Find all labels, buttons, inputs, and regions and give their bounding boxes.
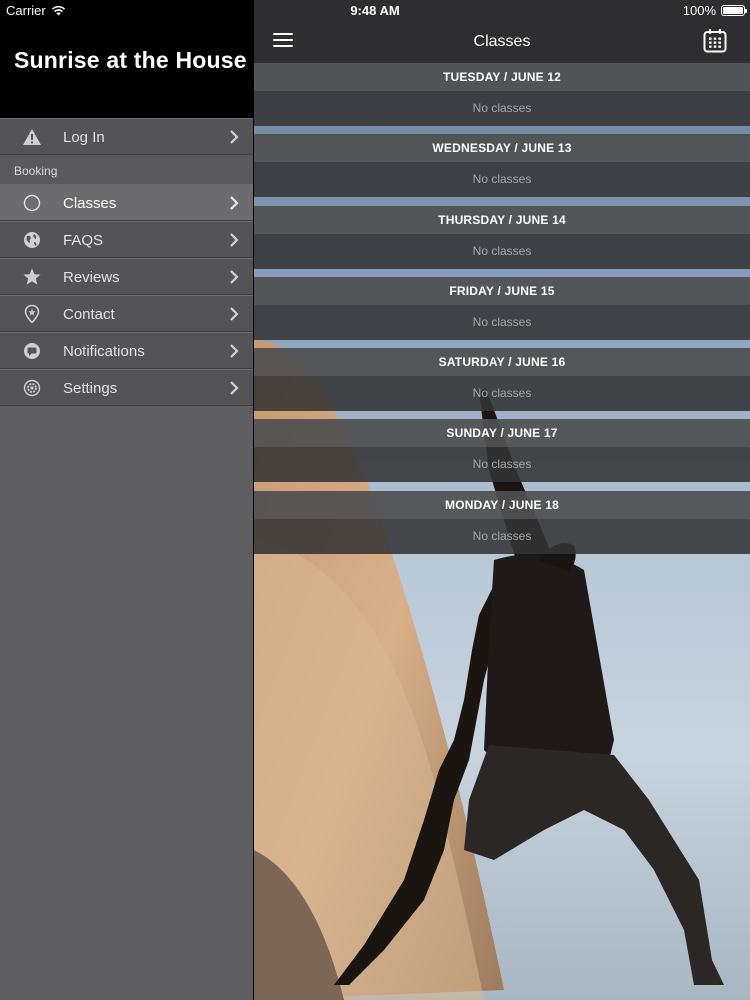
no-classes-row: No classes [254,518,750,554]
chat-bubble-icon [24,343,40,359]
status-bar: Carrier 9:48 AM 100% [0,0,750,20]
side-menu: Sunrise at the House Log In Booking Clas… [0,0,253,1000]
menu-item-label: Classes [63,195,117,212]
app-title: Sunrise at the House [14,47,247,73]
globe-icon [24,232,40,248]
day-section: SUNDAY / JUNE 17 No classes [254,419,750,490]
day-header: FRIDAY / JUNE 15 [254,276,750,305]
menu-item-label: Notifications [63,343,145,360]
menu-item-label: Log In [63,129,105,146]
classes-screen: Classes TUESDAY / JUNE 12 No classes WED… [254,0,750,1000]
day-section: TUESDAY / JUNE 12 No classes [254,63,750,134]
schedule-list: TUESDAY / JUNE 12 No classes WEDNESDAY /… [254,63,750,562]
day-section: WEDNESDAY / JUNE 13 No classes [254,134,750,205]
day-section: THURSDAY / JUNE 14 No classes [254,205,750,277]
page-title: Classes [473,33,531,50]
section-label-booking: Booking [0,155,253,184]
day-section: MONDAY / JUNE 18 No classes [254,490,750,562]
chevron-right-icon [230,381,239,395]
menu-item-faqs[interactable]: FAQS [0,221,253,258]
chevron-right-icon [230,130,239,144]
menu-item-label: Contact [63,306,115,323]
day-header: MONDAY / JUNE 18 [254,490,750,519]
battery-indicator: 100% [682,3,747,18]
day-section: SATURDAY / JUNE 16 No classes [254,348,750,419]
menu-item-settings[interactable]: Settings [0,369,253,406]
warning-icon [23,129,41,145]
status-time: 9:48 AM [350,3,400,18]
gear-icon [23,379,41,397]
menu-item-reviews[interactable]: Reviews [0,258,253,295]
battery-percentage: 100% [682,3,716,18]
star-icon [23,268,41,285]
menu-item-contact[interactable]: Contact [0,295,253,332]
no-classes-row: No classes [254,447,750,483]
no-classes-row: No classes [254,162,750,198]
chevron-right-icon [230,307,239,321]
no-classes-row: No classes [254,376,750,412]
circle-icon [23,194,41,212]
no-classes-row: No classes [254,304,750,340]
menu-item-classes[interactable]: Classes [0,184,253,221]
day-header: WEDNESDAY / JUNE 13 [254,134,750,163]
menu-item-label: Settings [63,380,118,397]
day-section: FRIDAY / JUNE 15 No classes [254,276,750,348]
menu-item-label: Reviews [63,269,120,286]
menu-item-notifications[interactable]: Notifications [0,332,253,369]
chevron-right-icon [230,233,239,247]
menu-item-label: FAQS [63,232,104,249]
no-classes-row: No classes [254,91,750,126]
location-pin-icon [24,304,40,324]
chevron-right-icon [230,196,239,210]
chevron-right-icon [230,270,239,284]
menu-item-log-in[interactable]: Log In [0,118,253,155]
chevron-right-icon [230,344,239,358]
day-header: THURSDAY / JUNE 14 [254,205,750,234]
day-header: SATURDAY / JUNE 16 [254,348,750,377]
calendar-icon[interactable] [703,28,727,53]
day-header: SUNDAY / JUNE 17 [254,419,750,448]
day-header: TUESDAY / JUNE 12 [254,63,750,91]
battery-icon [721,5,747,16]
no-classes-row: No classes [254,233,750,269]
